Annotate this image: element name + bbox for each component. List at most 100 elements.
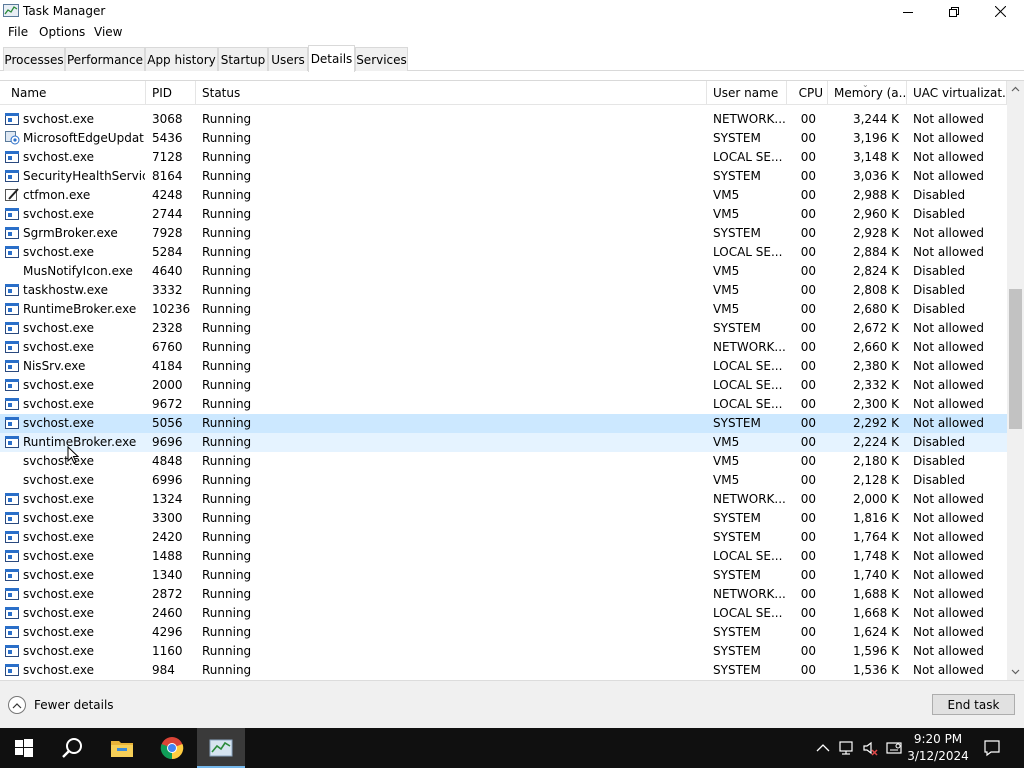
table-row[interactable]: svchost.exe 1324 Running NETWORK... 00 2,000 … — [0, 490, 1007, 509]
table-row[interactable]: svchost.exe 2460 Running LOCAL SE... 00 1,668… — [0, 604, 1007, 623]
column-header-pid[interactable]: PID — [146, 81, 196, 105]
service-window-icon — [5, 492, 20, 506]
table-row[interactable]: svchost.exe 5056 Running SYSTEM 00 2,292 K Not… — [0, 414, 1007, 433]
table-row[interactable]: RuntimeBroker.exe 9696 Running VM5 00 2,224 K… — [0, 433, 1007, 452]
table-row[interactable]: MicrosoftEdgeUpdat... 5436 Running SYSTEM 00… — [0, 129, 1007, 148]
cell-cpu: 00 — [800, 226, 816, 240]
cell-user: VM5 — [713, 435, 740, 449]
cell-status: Running — [202, 359, 252, 373]
cell-memory: 1,596 K — [852, 644, 899, 658]
menu-file[interactable]: File — [8, 25, 28, 39]
chevron-up-icon[interactable] — [815, 740, 831, 756]
table-row[interactable]: svchost.exe 4848 Running VM5 00 2,180 K Disabl… — [0, 452, 1007, 471]
tab-details[interactable]: Details — [308, 45, 355, 72]
cell-pid: 1324 — [152, 492, 183, 506]
cell-status: Running — [202, 264, 252, 278]
start-button[interactable] — [0, 728, 48, 768]
table-row[interactable]: svchost.exe 1160 Running SYSTEM 00 1,596 K Not… — [0, 642, 1007, 661]
cell-cpu: 00 — [800, 169, 816, 183]
task-manager-taskbar-button[interactable] — [197, 728, 245, 768]
cell-uac: Not allowed — [913, 226, 985, 240]
tab-users[interactable]: Users — [268, 47, 308, 71]
scroll-down-arrow-icon[interactable] — [1011, 667, 1020, 676]
cell-name: svchost.exe — [23, 511, 94, 525]
table-row[interactable]: SgrmBroker.exe 7928 Running SYSTEM 00 2,928 K… — [0, 224, 1007, 243]
tab-app-history[interactable]: App history — [145, 47, 218, 71]
table-row[interactable]: SecurityHealthServic... 8164 Running SYSTEM… — [0, 167, 1007, 186]
vertical-scrollbar[interactable] — [1007, 81, 1024, 680]
tab-services[interactable]: Services — [355, 47, 408, 71]
cell-uac: Not allowed — [913, 112, 985, 126]
table-row[interactable]: svchost.exe 3068 Running NETWORK... 00 3,244 … — [0, 110, 1007, 129]
column-header-uac-virtualization[interactable]: UAC virtualizat... — [907, 81, 1007, 105]
notification-icon[interactable] — [983, 739, 1001, 757]
fewer-details-button[interactable]: Fewer details — [8, 696, 114, 714]
menu-options[interactable]: Options — [39, 25, 85, 39]
table-row[interactable]: svchost.exe 2000 Running LOCAL SE... 00 2,332… — [0, 376, 1007, 395]
table-row[interactable]: RuntimeBroker.exe 10236 Running VM5 00 2,680 … — [0, 300, 1007, 319]
cell-status: Running — [202, 131, 252, 145]
cell-name: svchost.exe — [23, 321, 94, 335]
cell-status: Running — [202, 587, 252, 601]
table-row[interactable]: svchost.exe 2328 Running SYSTEM 00 2,672 K Not… — [0, 319, 1007, 338]
table-row[interactable]: taskhostw.exe 3332 Running VM5 00 2,808 K Disa… — [0, 281, 1007, 300]
clock-date: 3/12/2024 — [907, 749, 969, 763]
chrome-button[interactable] — [148, 728, 196, 768]
table-row[interactable]: svchost.exe 2420 Running SYSTEM 00 1,764 K Not… — [0, 528, 1007, 547]
table-row[interactable]: svchost.exe 1340 Running SYSTEM 00 1,740 K Not… — [0, 566, 1007, 585]
cell-pid: 2000 — [152, 378, 183, 392]
keyboard-icon[interactable] — [886, 740, 902, 756]
scrollbar-thumb[interactable] — [1009, 289, 1022, 429]
table-row[interactable]: svchost.exe 1488 Running LOCAL SE... 00 1,748… — [0, 547, 1007, 566]
cell-user: NETWORK... — [713, 340, 785, 354]
network-icon[interactable] — [838, 740, 854, 756]
file-explorer-button[interactable] — [98, 728, 146, 768]
restore-button[interactable] — [931, 0, 977, 23]
cell-uac: Disabled — [913, 207, 966, 221]
cell-name: svchost.exe — [23, 454, 94, 468]
table-row[interactable]: svchost.exe 4296 Running SYSTEM 00 1,624 K Not… — [0, 623, 1007, 642]
close-button[interactable] — [977, 0, 1023, 23]
table-row[interactable]: ctfmon.exe 4248 Running VM5 00 2,988 K Disable… — [0, 186, 1007, 205]
cell-status: Running — [202, 340, 252, 354]
minimize-button[interactable] — [885, 0, 931, 23]
scroll-up-arrow-icon[interactable] — [1011, 85, 1020, 94]
cell-uac: Not allowed — [913, 397, 985, 411]
chevron-up-circle-icon — [8, 696, 26, 714]
table-row[interactable]: svchost.exe 2744 Running VM5 00 2,960 K Disabl… — [0, 205, 1007, 224]
table-row[interactable]: svchost.exe 6996 Running VM5 00 2,128 K Disabl… — [0, 471, 1007, 490]
table-row[interactable]: svchost.exe 3300 Running SYSTEM 00 1,816 K Not… — [0, 509, 1007, 528]
cell-name: svchost.exe — [23, 492, 94, 506]
table-row[interactable]: svchost.exe 7128 Running LOCAL SE... 00 3,148… — [0, 148, 1007, 167]
table-row[interactable]: svchost.exe 2872 Running NETWORK... 00 1,688 … — [0, 585, 1007, 604]
table-row[interactable]: NisSrv.exe 4184 Running LOCAL SE... 00 2,380 … — [0, 357, 1007, 376]
cell-pid: 2460 — [152, 606, 183, 620]
column-header-name[interactable]: Name — [5, 81, 146, 105]
table-row[interactable]: svchost.exe 6760 Running NETWORK... 00 2,660 … — [0, 338, 1007, 357]
column-header-cpu[interactable]: CPU — [787, 81, 828, 105]
search-icon — [62, 738, 82, 758]
menu-view[interactable]: View — [94, 25, 122, 39]
column-header-status[interactable]: Status — [196, 81, 707, 105]
cell-name: svchost.exe — [23, 207, 94, 221]
end-task-button[interactable]: End task — [932, 694, 1015, 715]
table-body: svchost.exe 3068 Running NETWORK... 00 3,244 … — [0, 110, 1007, 680]
service-window-icon — [5, 169, 20, 183]
taskbar-clock[interactable]: 9:20 PM 3/12/2024 — [903, 731, 973, 765]
table-row[interactable]: svchost.exe 984 Running SYSTEM 00 1,536 K Not … — [0, 661, 1007, 680]
table-row[interactable]: MusNotifyIcon.exe 4640 Running VM5 00 2,824 K… — [0, 262, 1007, 281]
taskbar: 9:20 PM 3/12/2024 — [0, 728, 1024, 768]
cell-name: svchost.exe — [23, 397, 94, 411]
cell-uac: Not allowed — [913, 245, 985, 259]
cell-name: svchost.exe — [23, 587, 94, 601]
tab-performance[interactable]: Performance — [65, 47, 145, 71]
tab-processes[interactable]: Processes — [3, 47, 65, 71]
cell-uac: Not allowed — [913, 340, 985, 354]
cell-memory: 2,380 K — [852, 359, 899, 373]
table-row[interactable]: svchost.exe 5284 Running LOCAL SE... 00 2,884… — [0, 243, 1007, 262]
search-button[interactable] — [48, 728, 96, 768]
volume-muted-icon[interactable] — [862, 740, 878, 756]
tab-startup[interactable]: Startup — [218, 47, 268, 71]
column-header-user-name[interactable]: User name — [707, 81, 787, 105]
table-row[interactable]: svchost.exe 9672 Running LOCAL SE... 00 2,300… — [0, 395, 1007, 414]
